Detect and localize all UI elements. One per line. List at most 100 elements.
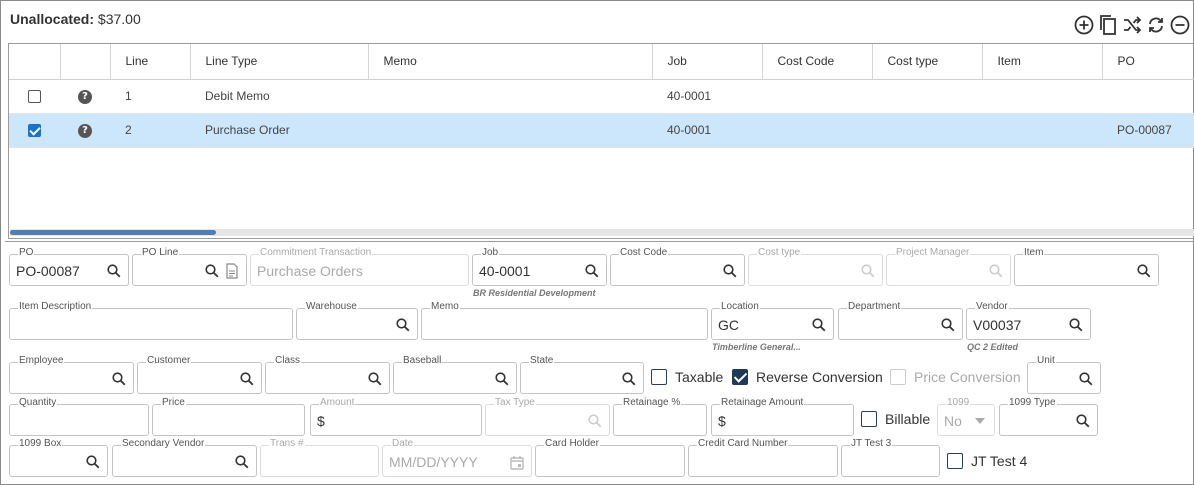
- memo-label: Memo: [430, 301, 460, 313]
- price-conversion-checkbox[interactable]: Price Conversion: [890, 369, 1021, 385]
- 1099-select[interactable]: 1099 No: [937, 397, 995, 436]
- cost-code-field[interactable]: Cost Code: [610, 247, 745, 286]
- price-field[interactable]: Price: [152, 397, 305, 436]
- po-field[interactable]: PO PO-00087: [9, 247, 129, 286]
- trans-number-field[interactable]: Trans #: [260, 438, 379, 477]
- col-line[interactable]: Line: [110, 44, 191, 80]
- department-field[interactable]: Department: [838, 301, 963, 340]
- 1099-box-field[interactable]: 1099 Box: [9, 438, 108, 477]
- col-cost-code[interactable]: Cost Code: [762, 44, 873, 80]
- search-icon[interactable]: [111, 371, 127, 387]
- search-icon[interactable]: [234, 454, 250, 470]
- reverse-conversion-checkbox[interactable]: Reverse Conversion: [732, 369, 883, 385]
- search-icon[interactable]: [584, 263, 600, 279]
- commitment-transaction-field[interactable]: Commitment Transaction Purchase Orders: [250, 247, 469, 286]
- search-icon[interactable]: [239, 371, 255, 387]
- help-icon[interactable]: ?: [78, 89, 92, 104]
- jt-test-4-checkbox[interactable]: JT Test 4: [947, 453, 1027, 469]
- po-value: PO-00087: [16, 263, 80, 279]
- document-icon[interactable]: [224, 263, 240, 279]
- employee-field[interactable]: Employee: [9, 355, 134, 394]
- location-field[interactable]: Location GC: [711, 301, 834, 340]
- memo-field[interactable]: Memo: [421, 301, 708, 340]
- taxable-box[interactable]: [651, 369, 667, 385]
- date-field[interactable]: Date MM/DD/YYYY: [382, 438, 532, 477]
- add-circle-icon[interactable]: [1073, 14, 1095, 36]
- col-item[interactable]: Item: [982, 44, 1103, 80]
- search-icon[interactable]: [1078, 371, 1094, 387]
- vendor-description: QC 2 Edited: [967, 342, 1019, 352]
- tax-type-field[interactable]: Tax Type: [485, 397, 610, 436]
- row-checkbox[interactable]: [28, 90, 41, 104]
- split-icon[interactable]: [1121, 14, 1143, 36]
- item-field[interactable]: Item: [1014, 247, 1159, 286]
- search-icon[interactable]: [1075, 413, 1091, 429]
- search-icon[interactable]: [106, 263, 122, 279]
- job-value: 40-0001: [479, 263, 531, 279]
- po-line-field[interactable]: PO Line: [132, 247, 247, 286]
- baseball-label: Baseball: [402, 355, 443, 367]
- search-icon[interactable]: [621, 371, 637, 387]
- cell-item: [982, 79, 1102, 114]
- 1099-type-field[interactable]: 1099 Type: [999, 397, 1098, 436]
- search-icon[interactable]: [494, 371, 510, 387]
- row-checkbox[interactable]: [28, 124, 41, 138]
- state-field[interactable]: State: [520, 355, 644, 394]
- calendar-icon[interactable]: [509, 454, 525, 470]
- billable-box[interactable]: [861, 411, 877, 427]
- retainage-amount-field[interactable]: Retainage Amount $: [711, 397, 854, 436]
- search-icon[interactable]: [85, 454, 101, 470]
- col-memo[interactable]: Memo: [368, 44, 653, 80]
- warehouse-field[interactable]: Warehouse: [296, 301, 418, 340]
- amount-field[interactable]: Amount $: [310, 397, 482, 436]
- credit-card-number-field[interactable]: Credit Card Number: [688, 438, 838, 477]
- remove-circle-icon[interactable]: [1169, 14, 1191, 36]
- class-field[interactable]: Class: [265, 355, 390, 394]
- table-row[interactable]: ? 2 Purchase Order 40-0001 PO-00087: [9, 113, 1194, 148]
- baseball-field[interactable]: Baseball: [393, 355, 517, 394]
- project-manager-field[interactable]: Project Manager: [886, 247, 1011, 286]
- customer-field[interactable]: Customer: [137, 355, 262, 394]
- search-icon[interactable]: [1068, 317, 1084, 333]
- billable-checkbox[interactable]: Billable: [861, 411, 930, 427]
- search-icon[interactable]: [395, 317, 411, 333]
- search-icon[interactable]: [1136, 263, 1152, 279]
- cell-cost-type: [872, 113, 982, 148]
- unit-field[interactable]: Unit: [1027, 355, 1101, 394]
- search-icon[interactable]: [204, 263, 220, 279]
- refresh-icon[interactable]: [1145, 14, 1167, 36]
- unallocated-label: Unallocated:: [10, 11, 95, 27]
- col-select[interactable]: [9, 44, 61, 80]
- taxable-label: Taxable: [675, 369, 724, 385]
- cost-type-field[interactable]: Cost type: [748, 247, 883, 286]
- horizontal-scrollbar-thumb[interactable]: [10, 230, 216, 235]
- job-field[interactable]: Job 40-0001: [472, 247, 607, 286]
- secondary-vendor-field[interactable]: Secondary Vendor: [112, 438, 257, 477]
- price-conversion-box[interactable]: [890, 369, 906, 385]
- item-description-field[interactable]: Item Description: [9, 301, 293, 340]
- chevron-down-icon[interactable]: [972, 413, 988, 429]
- taxable-checkbox[interactable]: Taxable: [651, 369, 723, 385]
- col-job[interactable]: Job: [652, 44, 763, 80]
- jt-test-4-box[interactable]: [947, 453, 963, 469]
- table-row[interactable]: ? 1 Debit Memo 40-0001: [9, 79, 1194, 114]
- copy-icon[interactable]: [1097, 14, 1119, 36]
- help-icon[interactable]: ?: [78, 123, 92, 138]
- card-holder-field[interactable]: Card Holder: [535, 438, 685, 477]
- reverse-conversion-box[interactable]: [732, 369, 748, 385]
- jt-test-3-field[interactable]: JT Test 3: [841, 438, 940, 477]
- cell-po: PO-00087: [1102, 113, 1194, 148]
- search-icon[interactable]: [940, 317, 956, 333]
- search-icon[interactable]: [722, 263, 738, 279]
- col-cost-type[interactable]: Cost type: [872, 44, 983, 80]
- vendor-field[interactable]: Vendor V00037: [966, 301, 1091, 340]
- reverse-conversion-label: Reverse Conversion: [756, 369, 883, 385]
- search-icon[interactable]: [367, 371, 383, 387]
- search-icon[interactable]: [811, 317, 827, 333]
- col-line-type[interactable]: Line Type: [190, 44, 369, 80]
- retainage-percent-field[interactable]: Retainage %: [613, 397, 707, 436]
- col-po[interactable]: PO: [1102, 44, 1194, 80]
- cell-line: 2: [110, 113, 190, 148]
- divider: [5, 241, 1194, 242]
- quantity-field[interactable]: Quantity: [9, 397, 149, 436]
